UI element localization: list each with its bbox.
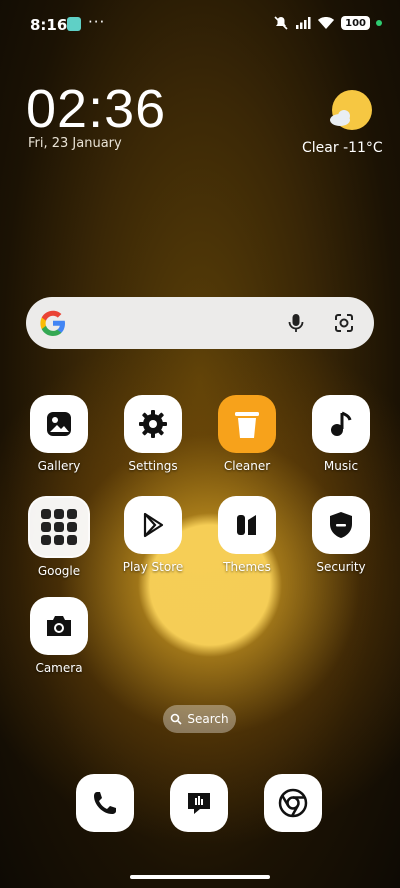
app-label-themes: Themes (223, 560, 271, 574)
signal-icon (296, 17, 311, 29)
app-label-security: Security (316, 560, 366, 574)
clock-widget-time[interactable]: 02:36 (26, 78, 166, 140)
status-icons: 100 (273, 15, 382, 31)
phone-icon (94, 792, 116, 814)
app-label-camera: Camera (35, 661, 83, 675)
app-music[interactable]: Music (301, 395, 381, 473)
google-lens-icon[interactable] (332, 311, 356, 335)
mute-icon (274, 16, 288, 30)
app-security[interactable]: Security (301, 496, 381, 574)
weather-text[interactable]: Clear -11°C (302, 140, 383, 156)
settings-app-tile[interactable] (124, 395, 182, 453)
more-notifications-icon: ··· (88, 13, 106, 31)
privacy-dot-icon (376, 20, 382, 26)
dock-messages[interactable] (170, 774, 228, 832)
gallery-icon (47, 412, 71, 436)
camera-icon (47, 616, 71, 636)
wifi-icon (318, 17, 335, 29)
app-camera[interactable]: Camera (19, 597, 99, 675)
google-folder-tile[interactable] (28, 496, 90, 558)
themes-icon (237, 515, 256, 535)
home-indicator[interactable] (130, 875, 270, 879)
cleaner-app-tile[interactable] (218, 395, 276, 453)
play-store-app-tile[interactable] (124, 496, 182, 554)
folder-app-grid-icon (41, 509, 77, 545)
clock-widget-date: Fri, 23 January (28, 136, 122, 151)
trash-can-icon (235, 412, 259, 438)
music-note-icon (331, 411, 352, 436)
battery-indicator: 100 (341, 16, 370, 30)
app-label-gallery: Gallery (37, 459, 81, 473)
app-play-store[interactable]: Play Store (113, 496, 193, 574)
camera-app-tile[interactable] (30, 597, 88, 655)
google-search-bar[interactable] (26, 297, 374, 349)
shield-icon (330, 512, 352, 538)
dock-phone[interactable] (76, 774, 134, 832)
app-label-settings: Settings (128, 459, 178, 473)
music-app-tile[interactable] (312, 395, 370, 453)
message-bubble-icon (188, 793, 210, 814)
app-search-button[interactable]: Search (163, 705, 236, 733)
app-label-google: Google (37, 564, 81, 578)
app-themes[interactable]: Themes (207, 496, 287, 574)
search-pill-label: Search (187, 712, 229, 726)
app-cleaner[interactable]: Cleaner (207, 395, 287, 473)
security-app-tile[interactable] (312, 496, 370, 554)
app-gallery[interactable]: Gallery (19, 395, 99, 473)
app-label-music: Music (323, 459, 359, 473)
gear-icon (139, 410, 167, 438)
dock-chrome[interactable] (264, 774, 322, 832)
search-icon (171, 713, 182, 725)
app-label-play-store: Play Store (122, 560, 184, 574)
sun-cloud-icon[interactable] (328, 88, 374, 134)
microphone-icon[interactable] (284, 311, 308, 335)
gallery-app-tile[interactable] (30, 395, 88, 453)
themes-app-tile[interactable] (218, 496, 276, 554)
google-g-icon (40, 310, 65, 336)
app-settings[interactable]: Settings (113, 395, 193, 473)
notification-app-icon (67, 17, 81, 31)
status-time: 8:16 (30, 16, 68, 34)
battery-level: 100 (345, 17, 366, 29)
play-store-icon (143, 512, 164, 538)
chrome-icon (278, 788, 308, 818)
app-label-cleaner: Cleaner (223, 459, 271, 473)
app-google-folder[interactable]: Google (19, 496, 99, 578)
